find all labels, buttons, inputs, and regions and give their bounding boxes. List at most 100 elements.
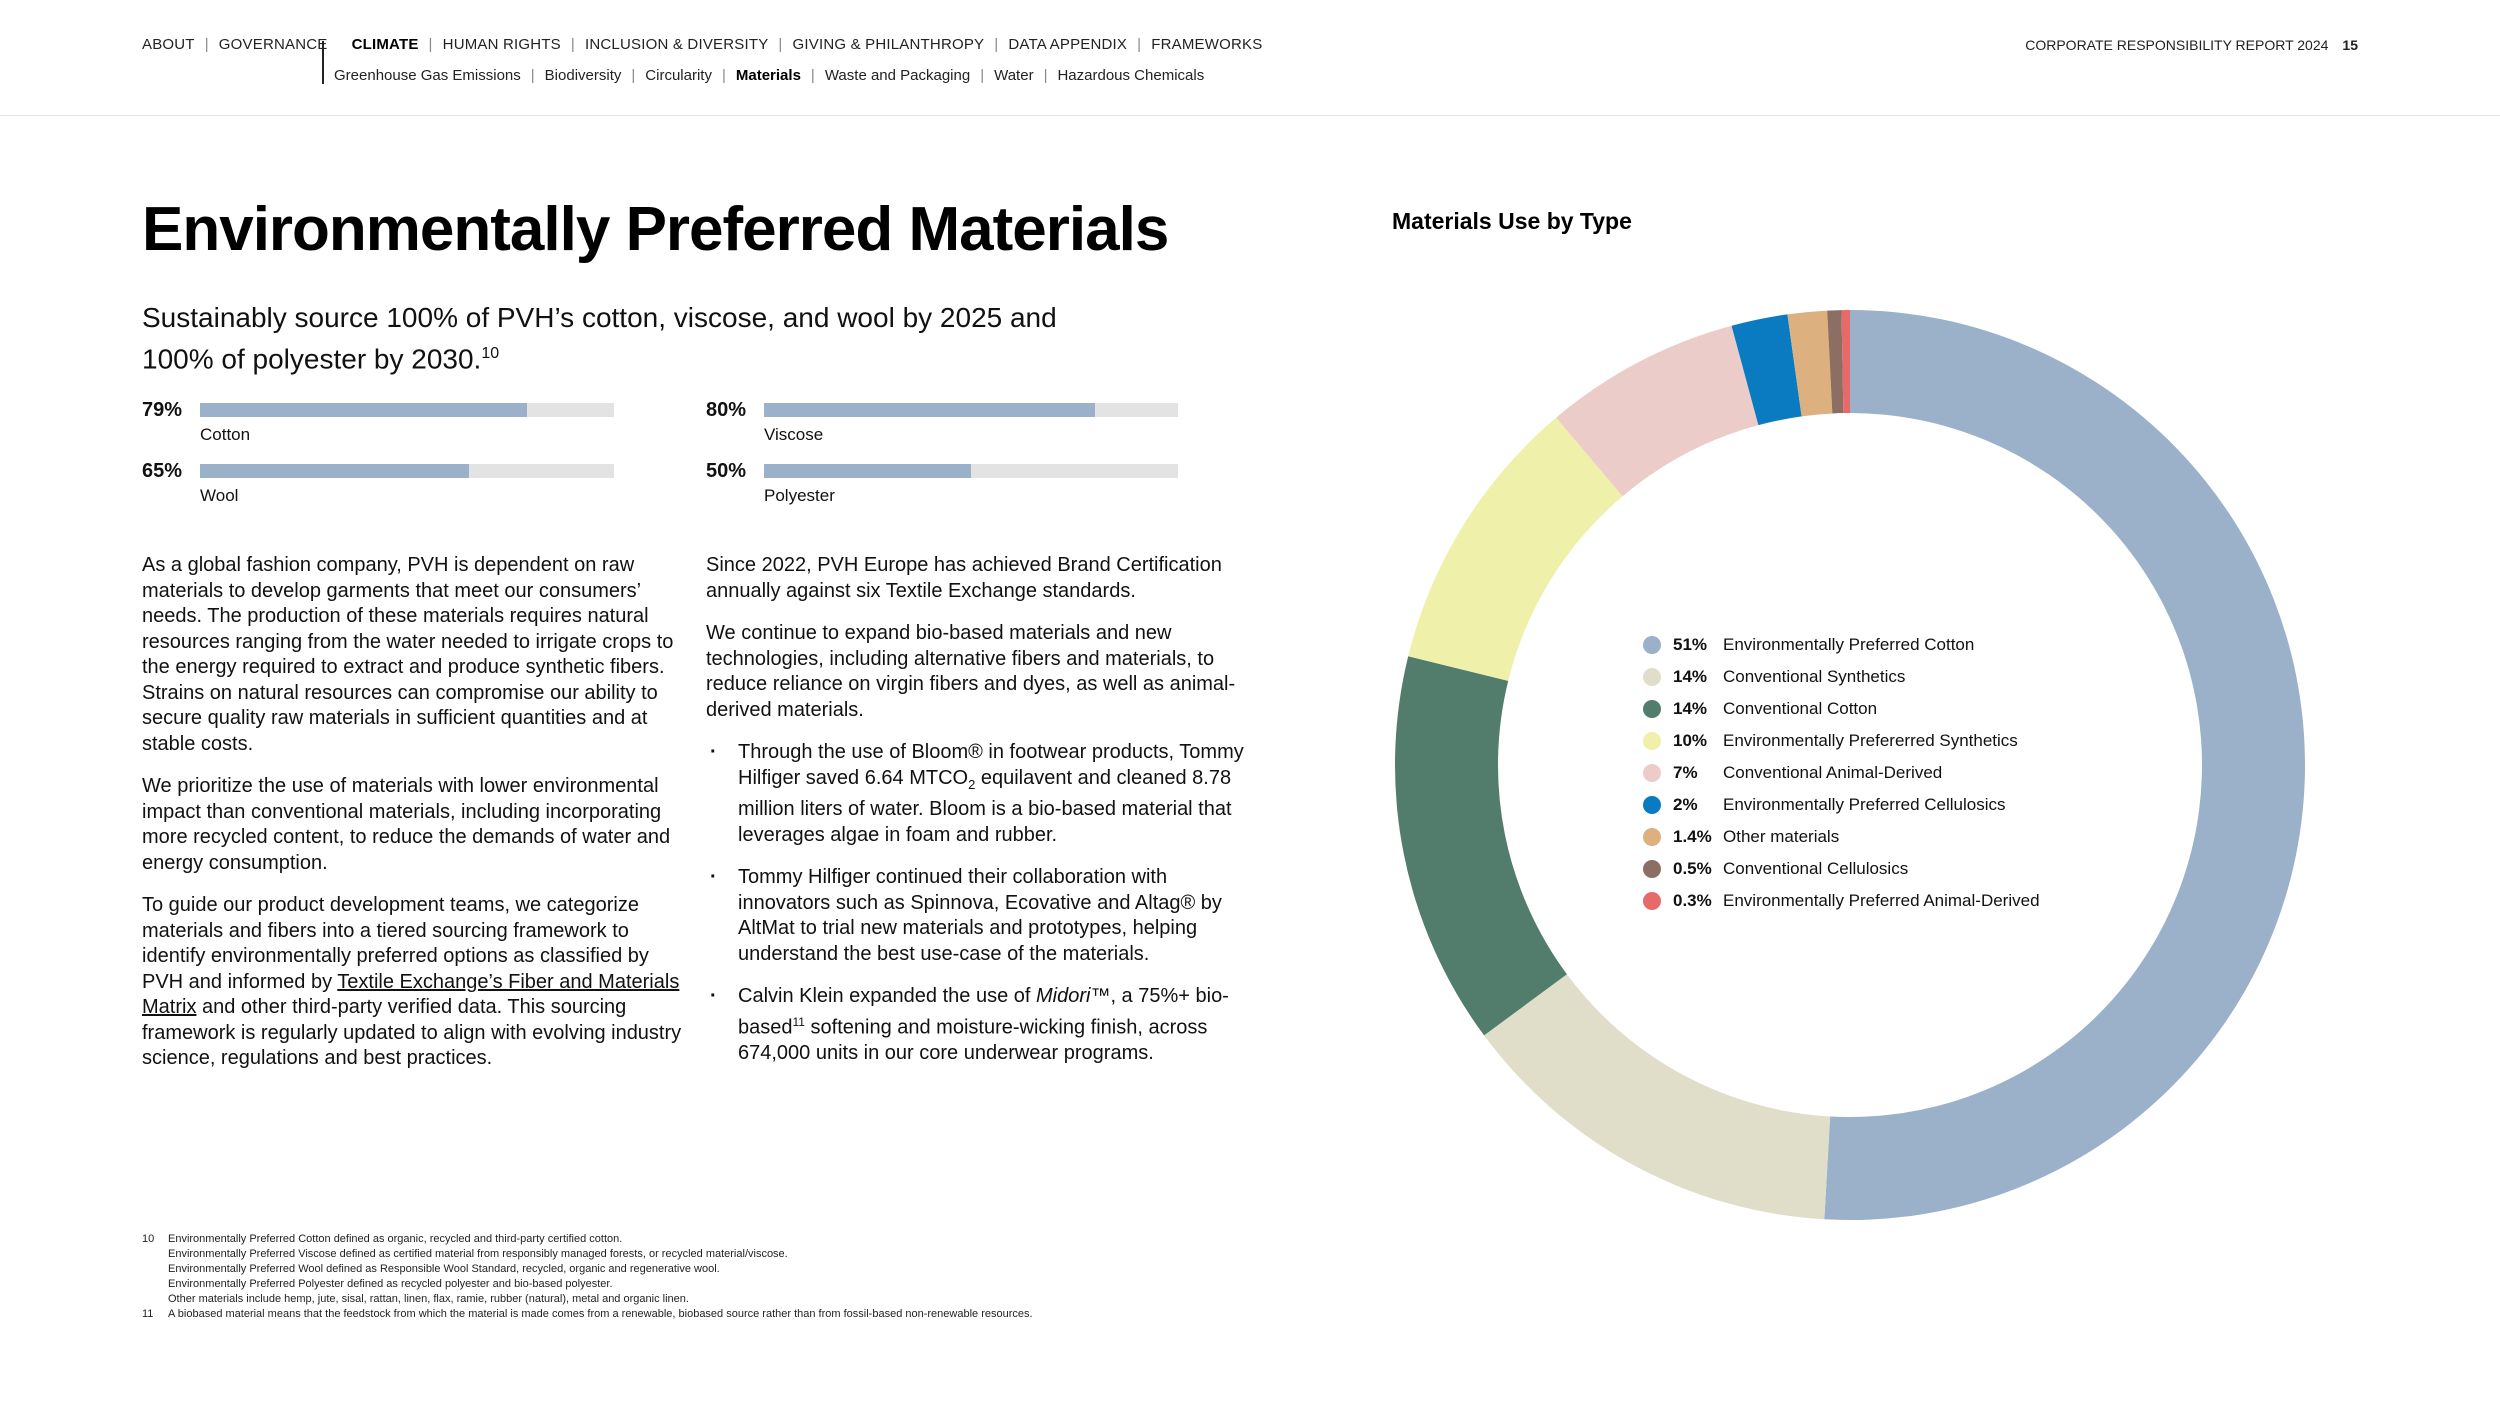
legend-item: 0.3% Environmentally Preferred Animal-Der… xyxy=(1643,885,2040,917)
legend-value: 14% xyxy=(1673,699,1708,718)
footnote-number: 11 xyxy=(142,1308,154,1320)
donut-slice-conventional-cotton xyxy=(1395,656,1567,1036)
page-number: 15 xyxy=(2342,37,2358,53)
legend-value: 51% xyxy=(1673,635,1708,654)
subnav-separator: | xyxy=(1043,67,1048,84)
legend-value: 14% xyxy=(1673,667,1708,686)
legend-value: 0.3% xyxy=(1673,891,1712,910)
header-divider xyxy=(0,115,2500,116)
nav-separator: | xyxy=(204,36,209,53)
footnotes: 10 Environmentally Preferred Cotton defin… xyxy=(142,1232,1342,1322)
footnote-text: Environmentally Preferred Cotton defined… xyxy=(168,1233,788,1305)
progress-label: Viscose xyxy=(764,425,824,444)
legend-item: 0.5% Conventional Cellulosics xyxy=(1643,853,2040,885)
progress-fill xyxy=(764,403,1096,417)
legend-label: Conventional Cotton xyxy=(1723,699,1878,718)
legend-item: 14% Conventional Cotton xyxy=(1643,693,2040,725)
legend-item: 7% Conventional Animal-Derived xyxy=(1643,757,2040,789)
body-paragraph: Since 2022, PVH Europe has achieved Bran… xyxy=(706,554,1222,602)
subnav-biodiversity[interactable]: Biodiversity xyxy=(545,67,622,84)
climate-subnavigation: Greenhouse Gas Emissions | Biodiversity | … xyxy=(322,41,1204,84)
body-column-right: Since 2022, PVH Europe has achieved Bran… xyxy=(706,553,1246,1083)
subnav-separator: | xyxy=(530,67,535,84)
subnav-circularity[interactable]: Circularity xyxy=(645,67,712,84)
legend-item: 2% Environmentally Preferred Cellulosics xyxy=(1643,789,2040,821)
footnote-number: 10 xyxy=(142,1233,155,1245)
legend-swatch xyxy=(1643,764,1661,782)
footnote: 10 Environmentally Preferred Cotton defin… xyxy=(142,1232,1342,1307)
legend-label: Environmentally Preferred Cellulosics xyxy=(1723,795,2006,814)
subnav-separator: | xyxy=(721,67,726,84)
progress-fill xyxy=(764,464,971,478)
legend-value: 7% xyxy=(1673,763,1698,782)
legend-swatch xyxy=(1643,668,1661,686)
legend-value: 0.5% xyxy=(1673,859,1712,878)
goal-text: Sustainably source 100% of PVH’s cotton,… xyxy=(142,302,1057,375)
page-title: Environmentally Preferred Materials xyxy=(142,195,1169,264)
body-paragraph: As a global fashion company, PVH is depe… xyxy=(142,554,674,755)
legend-swatch xyxy=(1643,860,1661,878)
legend-swatch xyxy=(1643,828,1661,846)
progress-value: 50% xyxy=(706,460,747,482)
legend-label: Environmentally Preferred Animal-Derived xyxy=(1723,891,2040,910)
progress-label: Polyester xyxy=(764,486,835,505)
legend-label: Conventional Synthetics xyxy=(1723,667,1906,686)
footnote-text: A biobased material means that the feeds… xyxy=(168,1308,1033,1320)
nav-about[interactable]: ABOUT xyxy=(142,36,195,53)
progress-fill xyxy=(200,464,470,478)
progress-track xyxy=(764,464,1178,478)
legend-label: Other materials xyxy=(1723,827,1840,846)
list-item: Through the use of Bloom® in footwear pr… xyxy=(706,740,1246,848)
footnote: 11 A biobased material means that the fee… xyxy=(142,1307,1342,1322)
text-run: Calvin Klein expanded the use of xyxy=(738,985,1036,1007)
report-header: CORPORATE RESPONSIBILITY REPORT 2024 15 xyxy=(2025,37,2358,53)
subnav-waste-packaging[interactable]: Waste and Packaging xyxy=(825,67,970,84)
legend-label: Environmentally Prefererred Synthetics xyxy=(1723,731,2018,750)
body-paragraph: We prioritize the use of materials with … xyxy=(142,775,671,874)
list-item: Tommy Hilfiger continued their collabora… xyxy=(706,865,1246,967)
text-run: softening and moisture-wicking finish, a… xyxy=(738,1016,1208,1064)
progress-track xyxy=(200,403,614,417)
list-item: Calvin Klein expanded the use of Midori™… xyxy=(706,984,1246,1066)
legend-swatch xyxy=(1643,636,1661,654)
nav-governance[interactable]: GOVERNANCE xyxy=(219,36,328,53)
legend-value: 10% xyxy=(1673,731,1708,750)
subnav-greenhouse-gas[interactable]: Greenhouse Gas Emissions xyxy=(334,67,521,84)
progress-label: Cotton xyxy=(200,425,251,444)
legend-label: Conventional Animal-Derived xyxy=(1723,763,1943,782)
footnote-ref: 11 xyxy=(792,1014,805,1029)
chart-legend: 51% Environmentally Preferred Cotton 14% Co… xyxy=(1643,629,2040,917)
progress-track xyxy=(200,464,614,478)
text-run: and other third-party verified data. Thi… xyxy=(142,996,682,1069)
progress-wool: 65% Wool xyxy=(142,460,614,505)
legend-swatch xyxy=(1643,892,1661,910)
body-paragraph: To guide our product development teams, … xyxy=(142,893,682,1072)
legend-label: Environmentally Preferred Cotton xyxy=(1723,635,1975,654)
subnav-water[interactable]: Water xyxy=(994,67,1033,84)
progress-value: 79% xyxy=(142,399,183,421)
subnav-hazardous-chemicals[interactable]: Hazardous Chemicals xyxy=(1057,67,1204,84)
progress-cotton: 79% Cotton xyxy=(142,399,614,444)
progress-fill xyxy=(200,403,528,417)
legend-item: 10% Environmentally Prefererred Synthetic… xyxy=(1643,725,2040,757)
progress-track xyxy=(764,403,1178,417)
legend-swatch xyxy=(1643,732,1661,750)
legend-swatch xyxy=(1643,796,1661,814)
legend-value: 2% xyxy=(1673,795,1698,814)
legend-value: 1.4% xyxy=(1673,827,1712,846)
footnote-ref: 10 xyxy=(481,345,500,362)
progress-viscose: 80% Viscose xyxy=(706,399,1178,444)
body-paragraph: We continue to expand bio-based material… xyxy=(706,622,1236,721)
report-title: CORPORATE RESPONSIBILITY REPORT 2024 xyxy=(2025,37,2329,53)
legend-item: 14% Conventional Synthetics xyxy=(1643,661,2040,693)
subnav-separator: | xyxy=(810,67,815,84)
chart-title: Materials Use by Type xyxy=(1392,208,1632,234)
initiatives-list: Through the use of Bloom® in footwear pr… xyxy=(706,740,1246,1066)
legend-item: 1.4% Other materials xyxy=(1643,821,2040,853)
progress-value: 65% xyxy=(142,460,183,482)
body-column-left: As a global fashion company, PVH is depe… xyxy=(142,553,682,1089)
legend-item: 51% Environmentally Preferred Cotton xyxy=(1643,629,2040,661)
emphasis: Midori xyxy=(1035,985,1091,1007)
subnav-materials[interactable]: Materials xyxy=(736,67,801,84)
subnav-separator: | xyxy=(980,67,985,84)
